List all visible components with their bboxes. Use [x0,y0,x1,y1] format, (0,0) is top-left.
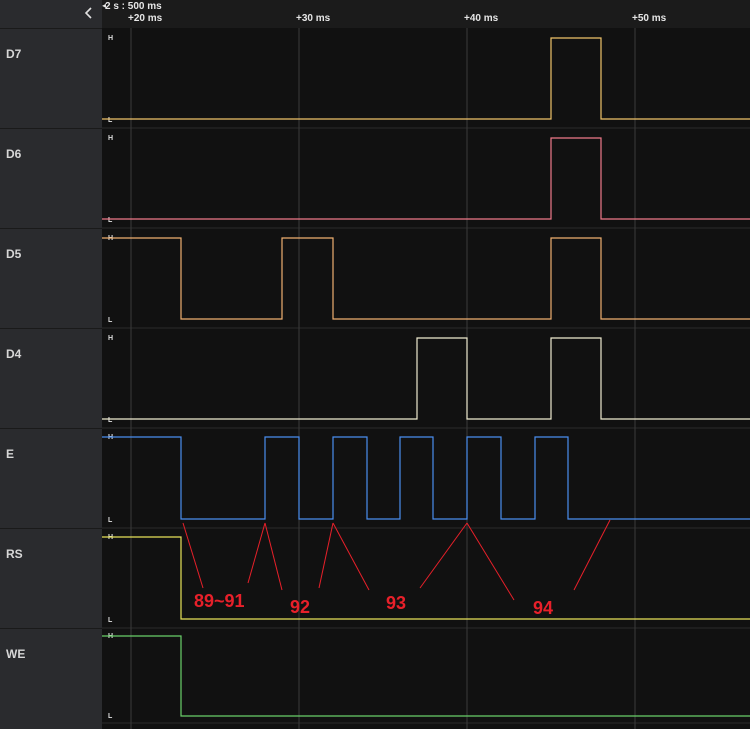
annotation-callouts [182,519,611,601]
time-grid [130,28,636,729]
channel-label-e[interactable]: E [0,428,102,528]
channel-label-we[interactable]: WE [0,628,102,728]
channel-name: WE [6,647,26,661]
level-low-label: L [108,617,113,624]
level-high-label: H [108,335,113,342]
sidebar-header [0,0,102,28]
channel-name: D7 [6,47,22,61]
waveform-d7 [102,37,750,120]
tick-label: +50 ms [632,13,667,24]
channel-label-d4[interactable]: D4 [0,328,102,428]
channel-label-d7[interactable]: D7 [0,28,102,128]
time-ruler[interactable]: ◂ 2 s : 500 ms +20 ms +30 ms +40 ms +50 … [102,0,750,28]
annotation-label-92: 92 [290,597,310,617]
level-low-label: L [108,117,113,124]
waveform-e [102,436,750,520]
level-low-label: L [108,217,113,224]
waveform-d6 [102,137,750,220]
waveform-we [102,635,750,717]
channel-name: D6 [6,147,22,161]
tick-label: +30 ms [296,13,331,24]
level-low-label: L [108,317,113,324]
chevron-left-icon [84,7,92,19]
tick-label: +20 ms [128,13,163,24]
channel-label-d6[interactable]: D6 [0,128,102,228]
level-low-label: L [108,417,113,424]
annotation-label-93: 93 [386,593,406,613]
channel-name: D4 [6,347,22,361]
collapse-sidebar-button[interactable] [80,4,98,22]
level-high-label: H [108,135,113,142]
channel-sidebar: D7 D6 D5 D4 E RS WE [0,0,102,729]
level-low-label: L [108,517,113,524]
annotation-label-94: 94 [533,598,553,618]
level-low-label: L [108,713,113,720]
annotation-label-89-91: 89~91 [194,591,245,611]
channel-name: RS [6,547,23,561]
channel-name: E [6,447,15,461]
channel-name: D5 [6,247,22,261]
time-scale-label: 2 s : 500 ms [105,1,162,12]
waveform-d4 [102,337,750,420]
lane-separators [102,127,750,724]
level-markers: H L H L H L H L H L H L H L [108,35,113,720]
waveform-plot[interactable]: H L H L H L H L H L H L H L 89~91 92 93 … [102,28,750,729]
waveform-d5 [102,237,750,320]
level-high-label: H [108,35,113,42]
channel-label-d5[interactable]: D5 [0,228,102,328]
tick-label: +40 ms [464,13,499,24]
channel-label-rs[interactable]: RS [0,528,102,628]
